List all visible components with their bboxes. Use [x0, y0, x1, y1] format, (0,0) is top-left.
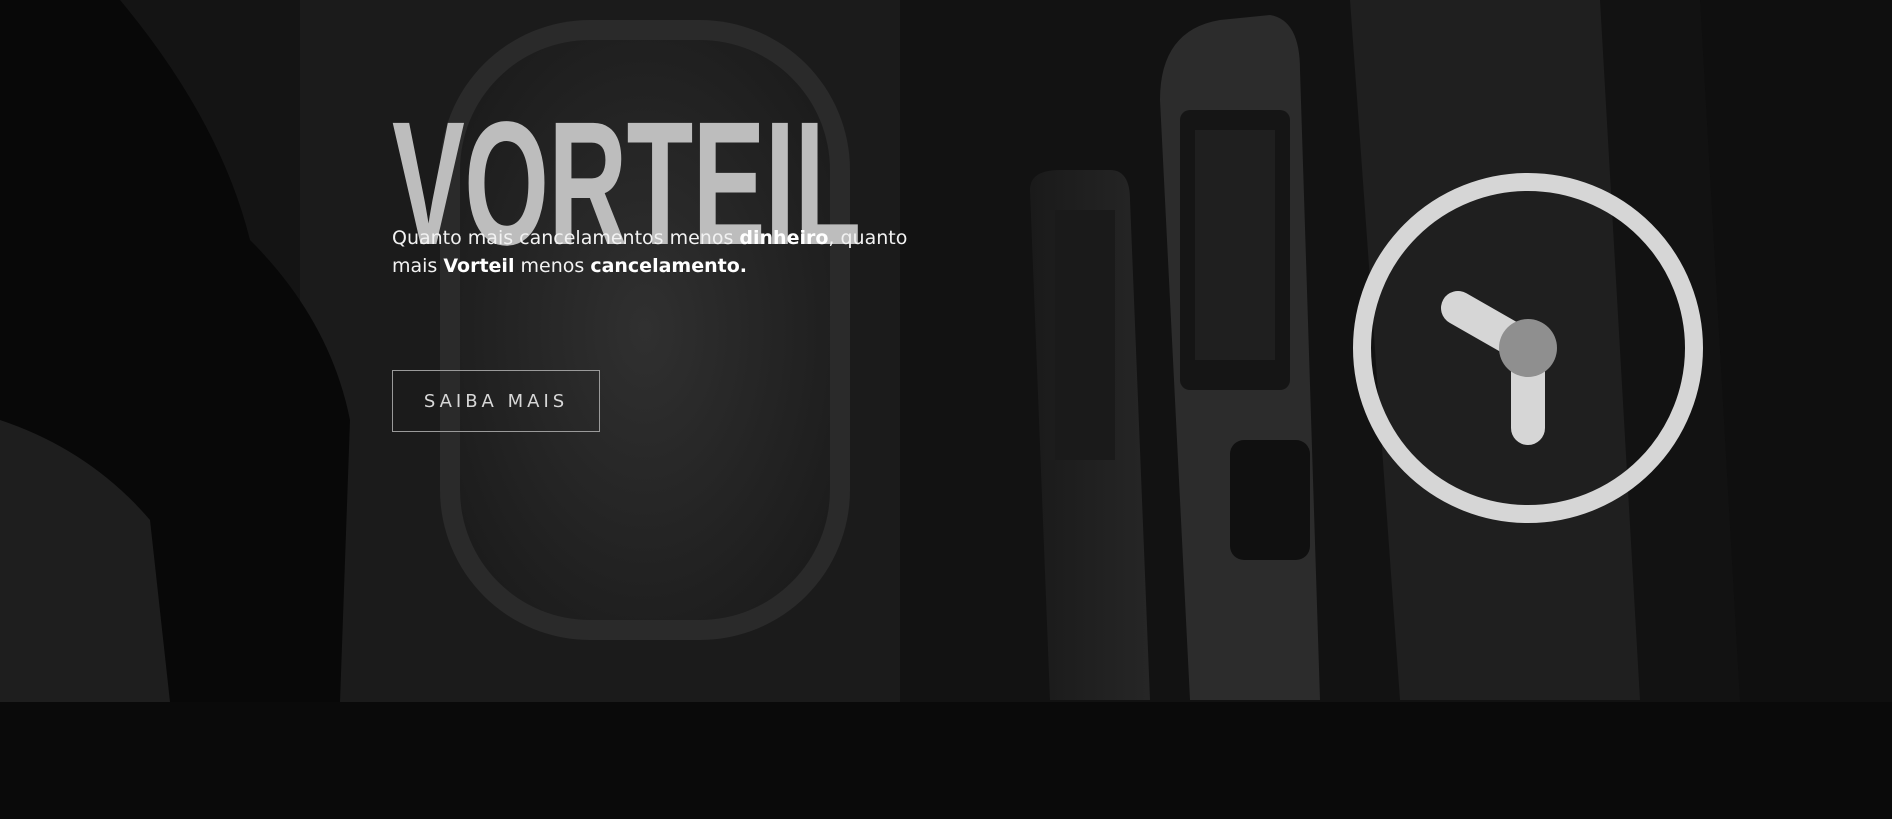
hero-content: VORTEIL Quanto mais cancelamentos menos … [392, 96, 952, 432]
hero-section: VORTEIL Quanto mais cancelamentos menos … [0, 0, 1892, 702]
tagline-bold-1: dinheiro [739, 227, 829, 249]
saiba-mais-button[interactable]: SAIBA MAIS [392, 370, 600, 432]
page: VORTEIL Quanto mais cancelamentos menos … [0, 0, 1892, 819]
tagline-bold-2: Vorteil [443, 255, 515, 277]
bottom-band [0, 702, 1892, 819]
tagline-text-3: menos [514, 255, 591, 277]
clock-icon [1353, 173, 1703, 523]
tagline-bold-3: cancelamento. [590, 255, 747, 277]
hero-tagline: Quanto mais cancelamentos menos dinheiro… [392, 224, 932, 280]
tagline-text-1: Quanto mais cancelamentos menos [392, 227, 740, 249]
